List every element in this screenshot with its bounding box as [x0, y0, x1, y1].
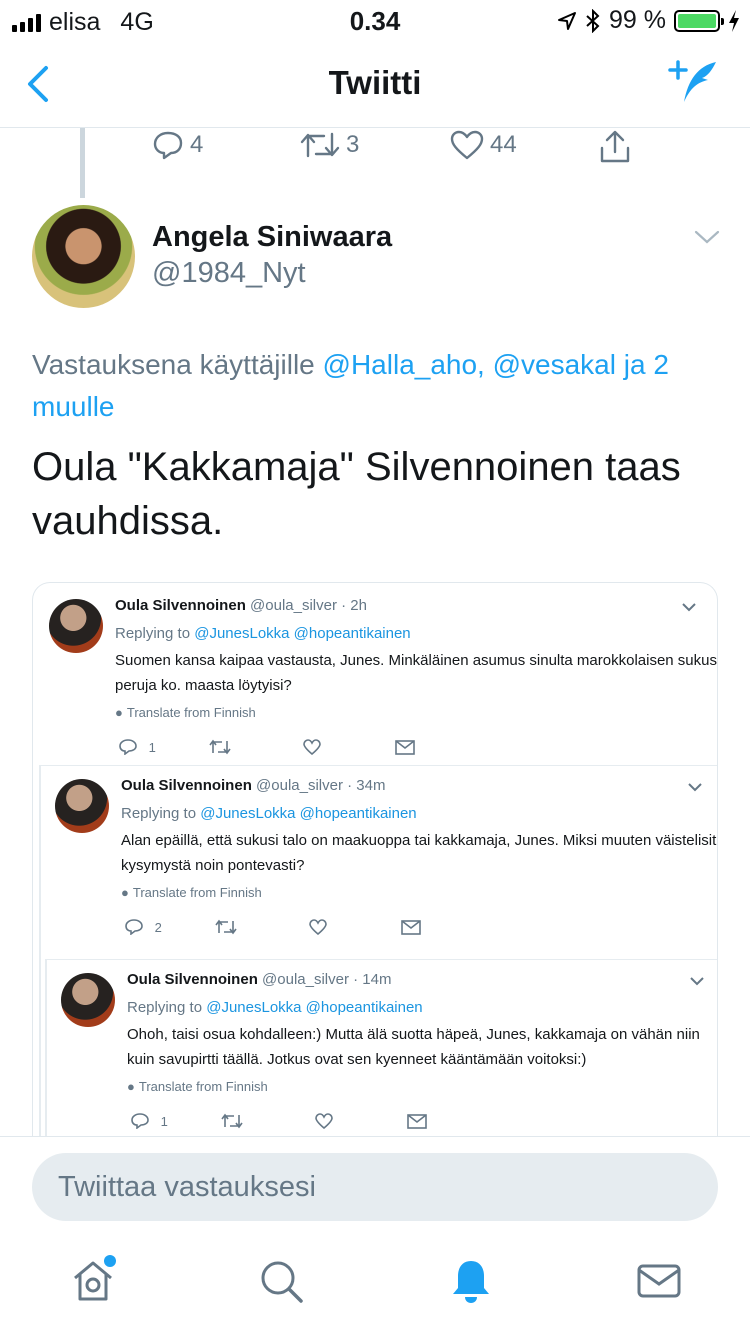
embedded-replying-label: Replying to: [121, 805, 197, 822]
globe-icon: ●: [115, 705, 123, 720]
embedded-name: Oula Silvennoinen: [127, 971, 258, 988]
retweet-icon: [215, 919, 237, 935]
reply-icon: [131, 1113, 149, 1130]
reply-icon: [125, 919, 143, 936]
embedded-text: Alan epäillä, että sukusi talo on maakuo…: [121, 832, 717, 874]
embedded-avatar: [49, 599, 103, 653]
embedded-replying-users: @JunesLokka @hopeantikainen: [194, 625, 411, 642]
battery-icon: [674, 9, 724, 32]
embedded-avatar: [61, 973, 115, 1027]
search-icon[interactable]: [258, 1258, 304, 1304]
chevron-down-icon: [690, 977, 704, 986]
embedded-header: Oula Silvennoinen @oula_silver · 14m: [127, 971, 391, 988]
embedded-name: Oula Silvennoinen: [121, 777, 252, 794]
battery-percent: 99 %: [609, 6, 666, 34]
prev-like-button[interactable]: 44: [450, 130, 517, 160]
embedded-header: Oula Silvennoinen @oula_silver · 34m: [121, 777, 385, 794]
embedded-reply-count: 1: [160, 1114, 168, 1129]
retweet-icon: [221, 1113, 243, 1129]
like-icon: [309, 919, 327, 935]
like-icon: [450, 130, 484, 160]
message-icon: [401, 920, 421, 935]
embedded-tweet: Oula Silvennoinen @oula_silver · 34m Rep…: [39, 765, 717, 955]
embedded-name: Oula Silvennoinen: [115, 597, 246, 614]
location-icon: [558, 11, 577, 30]
thread-line: [80, 128, 85, 198]
page-title: Twiitti: [328, 64, 422, 101]
embedded-reply: 1: [131, 1113, 168, 1132]
embedded-replying: Replying to @JunesLokka @hopeantikainen: [127, 999, 423, 1016]
embedded-replying-users: @JunesLokka @hopeantikainen: [206, 999, 423, 1016]
embedded-reply-count: 2: [154, 920, 162, 935]
embedded-translate: ● Translate from Finnish: [121, 885, 262, 900]
retweet-icon: [300, 132, 340, 158]
message-icon: [407, 1114, 427, 1129]
share-icon: [600, 130, 630, 163]
embedded-text: Suomen kansa kaipaa vastausta, Junes. Mi…: [115, 652, 718, 694]
embedded-handle: @oula_silver · 34m: [256, 777, 386, 794]
prev-reply-count: 4: [190, 131, 204, 158]
prev-tweet-actions: 4 3 44: [150, 130, 670, 166]
notifications-icon[interactable]: [448, 1258, 494, 1304]
embedded-header: Oula Silvennoinen @oula_silver · 2h: [115, 597, 367, 614]
embedded-tweet: Oula Silvennoinen @oula_silver · 2h Repl…: [33, 583, 718, 763]
reply-icon: [119, 739, 137, 756]
chevron-down-icon: [682, 603, 696, 612]
charging-icon: [729, 9, 739, 32]
embedded-translate: ● Translate from Finnish: [115, 705, 256, 720]
embedded-replying-label: Replying to: [115, 625, 191, 642]
prev-retweet-button[interactable]: 3: [300, 130, 359, 160]
embedded-image[interactable]: Oula Silvennoinen @oula_silver · 2h Repl…: [32, 582, 718, 1142]
bluetooth-icon: [586, 8, 600, 33]
prev-reply-button[interactable]: 4: [152, 130, 203, 160]
replying-to-label: Vastauksena käyttäjille: [32, 349, 315, 380]
embedded-avatar: [55, 779, 109, 833]
embedded-reply: 2: [125, 919, 162, 938]
globe-icon: ●: [121, 885, 129, 900]
author-avatar[interactable]: [32, 205, 135, 308]
embedded-tweet: Oula Silvennoinen @oula_silver · 14m Rep…: [45, 959, 717, 1142]
tab-bar: [0, 1236, 750, 1334]
embedded-replying: Replying to @JunesLokka @hopeantikainen: [115, 625, 411, 642]
translate-label: Translate from Finnish: [132, 885, 262, 900]
home-unread-dot: [104, 1255, 116, 1267]
chevron-down-icon[interactable]: [694, 228, 720, 246]
embedded-translate: ● Translate from Finnish: [127, 1079, 268, 1094]
like-icon: [315, 1113, 333, 1129]
tweet-text: Oula "Kakkamaja" Silvennoinen taas vauhd…: [32, 445, 681, 543]
prev-share-button[interactable]: [598, 130, 632, 164]
author-name[interactable]: Angela Siniwaara: [152, 221, 392, 254]
embedded-handle: @oula_silver · 2h: [250, 597, 367, 614]
prev-like-count: 44: [490, 131, 517, 158]
embedded-handle: @oula_silver · 14m: [262, 971, 392, 988]
reply-icon: [153, 131, 183, 160]
embedded-replying-users: @JunesLokka @hopeantikainen: [200, 805, 417, 822]
author-handle[interactable]: @1984_Nyt: [152, 257, 306, 290]
embedded-reply: 1: [119, 739, 156, 758]
messages-icon[interactable]: [636, 1258, 682, 1304]
nav-bar: Twiitti: [0, 40, 750, 128]
like-icon: [303, 739, 321, 755]
compose-tweet-icon[interactable]: [668, 58, 720, 110]
embedded-replying-label: Replying to: [127, 999, 203, 1016]
embedded-reply-count: 1: [148, 740, 156, 755]
status-right: 99 %: [557, 6, 740, 35]
prev-retweet-count: 3: [346, 131, 360, 158]
embedded-text: Ohoh, taisi osua kohdalleen:) Mutta älä …: [127, 1026, 700, 1068]
embedded-replying: Replying to @JunesLokka @hopeantikainen: [121, 805, 417, 822]
chevron-down-icon: [688, 783, 702, 792]
globe-icon: ●: [127, 1079, 135, 1094]
status-bar: elisa 4G 0.34 99 %: [0, 0, 750, 40]
translate-label: Translate from Finnish: [126, 705, 256, 720]
reply-input[interactable]: Twiittaa vastauksesi: [32, 1153, 718, 1221]
message-icon: [395, 740, 415, 755]
replying-to: Vastauksena käyttäjille @Halla_aho, @ves…: [32, 344, 722, 428]
translate-label: Translate from Finnish: [138, 1079, 268, 1094]
reply-bar: Twiittaa vastauksesi: [0, 1136, 750, 1236]
retweet-icon: [209, 739, 231, 755]
